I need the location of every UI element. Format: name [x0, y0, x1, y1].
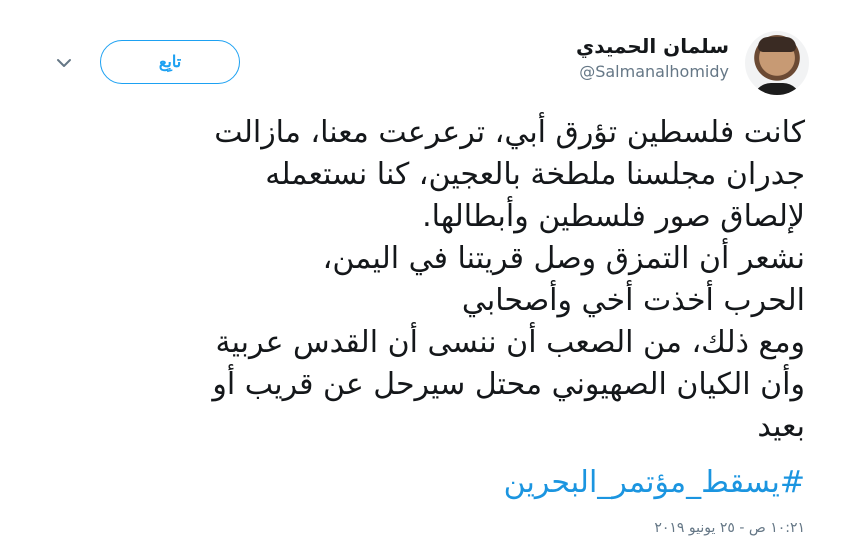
author-block[interactable]: سلمان الحميدي @Salmanalhomidy	[576, 33, 729, 85]
chevron-down-icon[interactable]	[52, 52, 76, 74]
tweet-timestamp[interactable]: ١٠:٢١ ص - ٢٥ يونيو ٢٠١٩	[654, 520, 805, 536]
avatar-hair	[758, 37, 796, 52]
follow-button[interactable]: تابِع	[100, 40, 240, 84]
avatar-shirt	[753, 83, 801, 95]
author-display-name[interactable]: سلمان الحميدي	[576, 33, 729, 59]
avatar[interactable]	[745, 31, 809, 95]
tweet-header: سلمان الحميدي @Salmanalhomidy تابِع	[0, 0, 857, 110]
tweet-text: كانت فلسطين تؤرق أبي، ترعرعت معنا، مازال…	[212, 115, 805, 444]
author-handle[interactable]: @Salmanalhomidy	[576, 59, 729, 85]
hashtag-link[interactable]: #يسقط_مؤتمر_البحرين	[504, 462, 805, 504]
